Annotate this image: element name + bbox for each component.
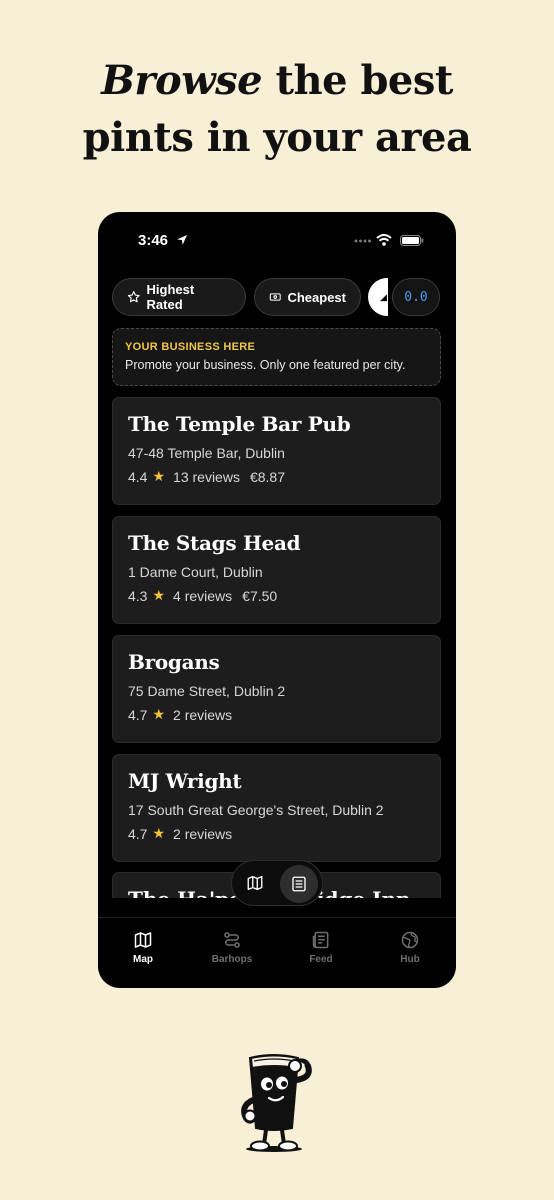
map-icon bbox=[134, 932, 152, 948]
headline-line-2: pints in your area bbox=[82, 114, 472, 161]
pub-meta: 4.3 ★ 4 reviews €7.50 bbox=[128, 587, 425, 604]
headline-line-1: Browse the best bbox=[0, 52, 554, 109]
pub-card[interactable]: The Stags Head 1 Dame Court, Dublin 4.3 ★… bbox=[112, 516, 441, 624]
tab-map-label: Map bbox=[133, 954, 153, 965]
pub-card[interactable]: The Temple Bar Pub 47-48 Temple Bar, Dub… bbox=[112, 397, 441, 505]
star-icon: ★ bbox=[152, 468, 166, 484]
promo-text: Promote your business. Only one featured… bbox=[125, 358, 406, 372]
toggle-glyph-icon: ◢ bbox=[380, 292, 387, 302]
pub-meta: 4.7 ★ 2 reviews bbox=[128, 706, 425, 723]
tab-barhops-label: Barhops bbox=[211, 954, 253, 965]
tab-hub-label: Hub bbox=[400, 954, 420, 965]
headline: Browse the best pints in your area bbox=[0, 52, 554, 166]
pub-rating: 4.3 bbox=[128, 587, 148, 604]
pub-rating: 4.7 bbox=[128, 825, 148, 842]
pub-reviews: 2 reviews bbox=[173, 825, 233, 842]
rating-filter-value[interactable]: 0.0 bbox=[392, 278, 440, 316]
status-time: 3:46 bbox=[138, 232, 169, 249]
promo-banner[interactable]: YOUR BUSINESS HERE Promote your business… bbox=[112, 328, 441, 386]
star-outline-icon bbox=[127, 291, 140, 303]
pub-rating: 4.4 bbox=[128, 468, 148, 485]
star-icon: ★ bbox=[152, 706, 166, 722]
view-switcher bbox=[231, 860, 323, 906]
promo-title: YOUR BUSINESS HERE bbox=[125, 341, 256, 353]
star-icon: ★ bbox=[152, 587, 166, 603]
pub-reviews: 13 reviews bbox=[173, 468, 240, 485]
headline-emphasis: Browse bbox=[101, 57, 263, 104]
pub-reviews: 2 reviews bbox=[173, 706, 233, 723]
status-bar: 3:46 bbox=[98, 212, 456, 270]
location-arrow-icon bbox=[177, 235, 187, 245]
tab-hub[interactable]: Hub bbox=[370, 930, 450, 965]
pub-price: €8.87 bbox=[249, 468, 285, 485]
pub-address: 75 Dame Street, Dublin 2 bbox=[128, 683, 286, 699]
phone-screen: 3:46 Highest Rated Cheapest ◢ 0.0 YOUR B… bbox=[98, 212, 456, 988]
tab-bar: Map Barhops Feed Hub bbox=[98, 917, 456, 988]
filter-cheapest[interactable]: Cheapest bbox=[254, 278, 361, 316]
pub-address: 47-48 Temple Bar, Dublin bbox=[128, 445, 285, 461]
tab-barhops[interactable]: Barhops bbox=[192, 930, 272, 965]
tab-map[interactable]: Map bbox=[103, 930, 183, 965]
globe-icon bbox=[401, 931, 419, 949]
tab-feed-label: Feed bbox=[309, 954, 333, 965]
pub-address: 17 South Great George's Street, Dublin 2 bbox=[128, 802, 384, 818]
route-icon bbox=[224, 932, 240, 948]
tab-feed[interactable]: Feed bbox=[281, 930, 361, 965]
pub-reviews: 4 reviews bbox=[173, 587, 233, 604]
battery-icon bbox=[400, 235, 424, 246]
filter-highest-rated-label: Highest Rated bbox=[146, 282, 195, 312]
pub-rating: 4.7 bbox=[128, 706, 148, 723]
signal-icon bbox=[354, 239, 371, 243]
newspaper-icon bbox=[312, 931, 329, 949]
pub-name: The Stags Head bbox=[128, 531, 301, 555]
pub-name: The Temple Bar Pub bbox=[128, 412, 351, 436]
pub-meta: 4.4 ★ 13 reviews €8.87 bbox=[128, 468, 425, 485]
headline-rest: the best bbox=[262, 57, 454, 104]
filter-toggle[interactable]: ◢ bbox=[368, 278, 388, 316]
list-view-button[interactable] bbox=[280, 865, 318, 903]
pub-name: MJ Wright bbox=[128, 769, 242, 793]
banknote-icon bbox=[269, 293, 281, 301]
pub-card[interactable]: Brogans 75 Dame Street, Dublin 2 4.7 ★ 2 r… bbox=[112, 635, 441, 743]
pub-meta: 4.7 ★ 2 reviews bbox=[128, 825, 425, 842]
pint-mascot-icon bbox=[241, 1054, 312, 1152]
pub-name: Brogans bbox=[128, 650, 220, 674]
star-icon: ★ bbox=[152, 825, 166, 841]
wifi-icon bbox=[376, 234, 392, 246]
filter-highest-rated[interactable]: Highest Rated bbox=[112, 278, 246, 316]
map-view-icon[interactable] bbox=[246, 874, 264, 892]
filter-cheapest-label: Cheapest bbox=[287, 289, 346, 305]
pub-price: €7.50 bbox=[242, 587, 278, 604]
pub-address: 1 Dame Court, Dublin bbox=[128, 564, 263, 580]
pub-card[interactable]: MJ Wright 17 South Great George's Street… bbox=[112, 754, 441, 862]
list-view-icon bbox=[292, 876, 306, 892]
